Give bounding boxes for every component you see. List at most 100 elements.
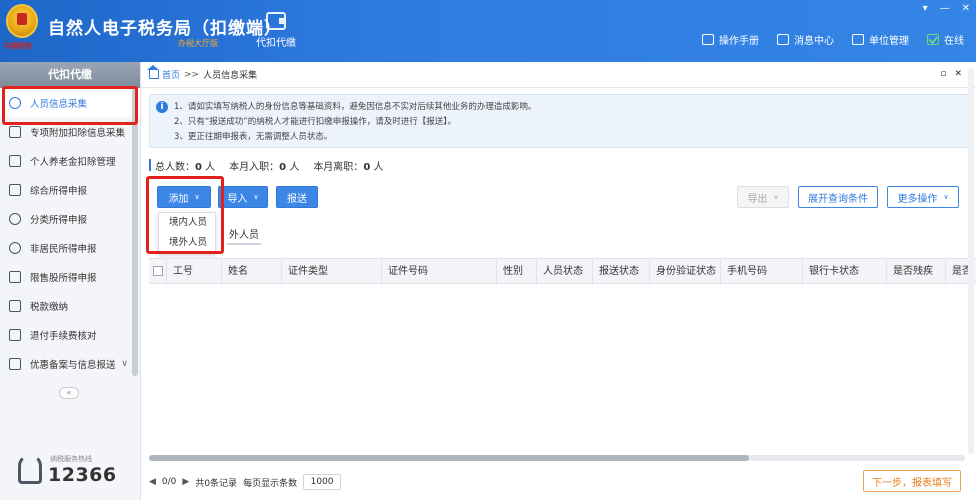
column-header[interactable]: 证件号码 bbox=[382, 259, 497, 285]
manual-button[interactable]: 操作手册 bbox=[702, 32, 759, 47]
column-header[interactable]: 手机号码 bbox=[721, 259, 803, 285]
stat-left-label: 本月离职： bbox=[313, 161, 364, 173]
document-icon bbox=[9, 154, 21, 167]
message-center-button[interactable]: 消息中心 bbox=[777, 32, 834, 47]
stat-total: 总人数：0 人 bbox=[149, 158, 215, 173]
chevron-down-icon: ∨ bbox=[943, 193, 949, 201]
stat-joined-label: 本月入职： bbox=[229, 161, 280, 173]
column-header[interactable]: 是否残疾 bbox=[887, 259, 946, 285]
panel-restore-button[interactable]: ▫ bbox=[940, 69, 946, 79]
list-icon bbox=[9, 125, 21, 138]
checklist-icon bbox=[9, 328, 21, 341]
sidebar-item-label: 优惠备案与信息报送 bbox=[30, 359, 116, 371]
column-header[interactable]: 报送状态 bbox=[593, 259, 650, 285]
column-header[interactable]: 银行卡状态 bbox=[803, 259, 887, 285]
logo-subtitle: 中国税务 bbox=[4, 42, 32, 50]
select-all-checkbox[interactable] bbox=[153, 266, 163, 276]
module-withholding[interactable]: 代扣代缴 bbox=[254, 12, 298, 49]
import-button-label: 导入 bbox=[227, 193, 248, 205]
sidebar-item-restricted-stock[interactable]: 限售股所得申报 bbox=[0, 262, 140, 291]
export-button[interactable]: 导出 ∨ bbox=[737, 186, 789, 208]
more-actions-button[interactable]: 更多操作 ∨ bbox=[887, 186, 959, 208]
window-minimize-button[interactable]: — bbox=[940, 3, 950, 14]
menu-item-domestic-person[interactable]: 境内人员 bbox=[159, 213, 215, 233]
folder-icon bbox=[9, 299, 21, 312]
next-step-button[interactable]: 下一步，报表填写 bbox=[863, 470, 961, 492]
stat-unit: 人 bbox=[289, 161, 300, 173]
headcount-stats: 总人数：0 人 本月入职：0 人 本月离职：0 人 bbox=[149, 158, 384, 173]
column-header[interactable]: 姓名 bbox=[222, 259, 282, 285]
chevron-down-icon: ∨ bbox=[773, 193, 779, 201]
online-check-icon bbox=[927, 34, 939, 45]
import-button[interactable]: 导入 ∨ bbox=[218, 186, 268, 208]
column-header[interactable]: 身份验证状态 bbox=[650, 259, 721, 285]
sidebar-menu: 人员信息采集 专项附加扣除信息采集 个人养老金扣除管理 综合所得申报 分类所得申… bbox=[0, 88, 140, 378]
header-actions: 操作手册 消息中心 单位管理 在线 bbox=[702, 32, 964, 47]
sidebar-scrollbar[interactable] bbox=[132, 88, 138, 376]
sidebar-item-nonresident[interactable]: 非居民所得申报 bbox=[0, 233, 140, 262]
column-header[interactable]: 人员状态 bbox=[537, 259, 593, 285]
sidebar-item-refund-fee[interactable]: 退付手续费核对 bbox=[0, 320, 140, 349]
sidebar-item-label: 专项附加扣除信息采集 bbox=[30, 127, 126, 139]
user-icon bbox=[9, 241, 21, 254]
wallet-icon bbox=[266, 12, 286, 30]
sidebar: 代扣代缴 人员信息采集 专项附加扣除信息采集 个人养老金扣除管理 综合所得申报 … bbox=[0, 62, 141, 500]
table-horizontal-scrollbar[interactable] bbox=[149, 455, 965, 461]
message-center-label: 消息中心 bbox=[794, 36, 834, 47]
sidebar-item-person-info[interactable]: 人员信息采集 bbox=[0, 88, 140, 117]
bar-icon bbox=[9, 270, 21, 283]
notice-line: 2、只有“报送成功”的纳税人才能进行扣缴申报操作，请及时进行【报送】。 bbox=[174, 117, 456, 127]
table-vertical-scrollbar[interactable] bbox=[968, 68, 974, 454]
column-header[interactable]: 证件类型 bbox=[282, 259, 382, 285]
stat-left-value: 0 bbox=[363, 161, 371, 173]
select-all-cell bbox=[149, 259, 167, 285]
sidebar-item-tax-payment[interactable]: 税款缴纳 bbox=[0, 291, 140, 320]
page-size-select[interactable]: 1000 bbox=[303, 474, 342, 490]
stat-unit: 人 bbox=[205, 161, 216, 173]
sidebar-item-pension[interactable]: 个人养老金扣除管理 bbox=[0, 146, 140, 175]
layers-icon bbox=[9, 183, 21, 196]
window-menu-button[interactable]: ▾ bbox=[923, 3, 928, 14]
stat-total-value: 0 bbox=[195, 161, 202, 173]
sidebar-item-special-deduction[interactable]: 专项附加扣除信息采集 bbox=[0, 117, 140, 146]
prev-page-button[interactable]: ◀ bbox=[149, 477, 156, 487]
sidebar-item-classified-income[interactable]: 分类所得申报 bbox=[0, 204, 140, 233]
submit-button[interactable]: 报送 bbox=[276, 186, 318, 208]
app-title: 自然人电子税务局（扣缴端） bbox=[48, 19, 282, 39]
sidebar-item-label: 税款缴纳 bbox=[30, 301, 69, 313]
column-header[interactable]: 工号 bbox=[167, 259, 222, 285]
sidebar-collapse-button[interactable]: « bbox=[59, 387, 79, 399]
app-edition: 办税大厅版 bbox=[178, 39, 218, 48]
panel-close-button[interactable]: ✕ bbox=[954, 69, 962, 79]
manual-icon bbox=[702, 34, 714, 45]
pie-icon bbox=[9, 212, 21, 225]
toolbar: 添加 ∨ 导入 ∨ 报送 导出 ∨ 展开查询条件 更多操作 ∨ bbox=[141, 182, 976, 212]
scrollbar-thumb[interactable] bbox=[149, 455, 749, 461]
per-page-label: 每页显示条数 bbox=[243, 478, 298, 489]
tab-foreign-personnel[interactable]: 外人员 bbox=[227, 226, 261, 245]
online-status[interactable]: 在线 bbox=[927, 32, 964, 47]
org-management-button[interactable]: 单位管理 bbox=[852, 32, 909, 47]
sidebar-item-preferential-filing[interactable]: 优惠备案与信息报送 ∨ bbox=[0, 349, 140, 378]
sidebar-item-label: 非居民所得申报 bbox=[30, 243, 97, 255]
online-status-label: 在线 bbox=[944, 36, 964, 47]
add-button[interactable]: 添加 ∨ bbox=[157, 186, 211, 208]
notice-line: 1、请如实填写纳税人的身份信息等基础资料，避免因信息不实对后续其他业务的办理造成… bbox=[174, 102, 537, 112]
org-icon bbox=[852, 34, 864, 45]
table-header: 工号 姓名 证件类型 证件号码 性别 人员状态 报送状态 身份验证状态 手机号码… bbox=[149, 258, 976, 285]
next-page-button[interactable]: ▶ bbox=[182, 477, 189, 487]
column-header[interactable]: 性别 bbox=[497, 259, 537, 285]
sidebar-item-comprehensive-income[interactable]: 综合所得申报 bbox=[0, 175, 140, 204]
sidebar-item-label: 限售股所得申报 bbox=[30, 272, 97, 284]
menu-item-foreign-person[interactable]: 境外人员 bbox=[159, 233, 215, 253]
expand-query-button[interactable]: 展开查询条件 bbox=[798, 186, 878, 208]
breadcrumb-home-link[interactable]: 首页 bbox=[162, 68, 180, 81]
org-management-label: 单位管理 bbox=[869, 36, 909, 47]
notice-line: 3、更正往期申报表，无需调整人员状态。 bbox=[174, 132, 333, 142]
stat-unit: 人 bbox=[373, 161, 384, 173]
panel-controls: ▫ ✕ bbox=[940, 69, 962, 79]
more-actions-label: 更多操作 bbox=[897, 193, 938, 205]
window-close-button[interactable]: ✕ bbox=[962, 3, 970, 14]
add-button-label: 添加 bbox=[168, 193, 189, 205]
chevron-down-icon: ∨ bbox=[194, 193, 200, 201]
